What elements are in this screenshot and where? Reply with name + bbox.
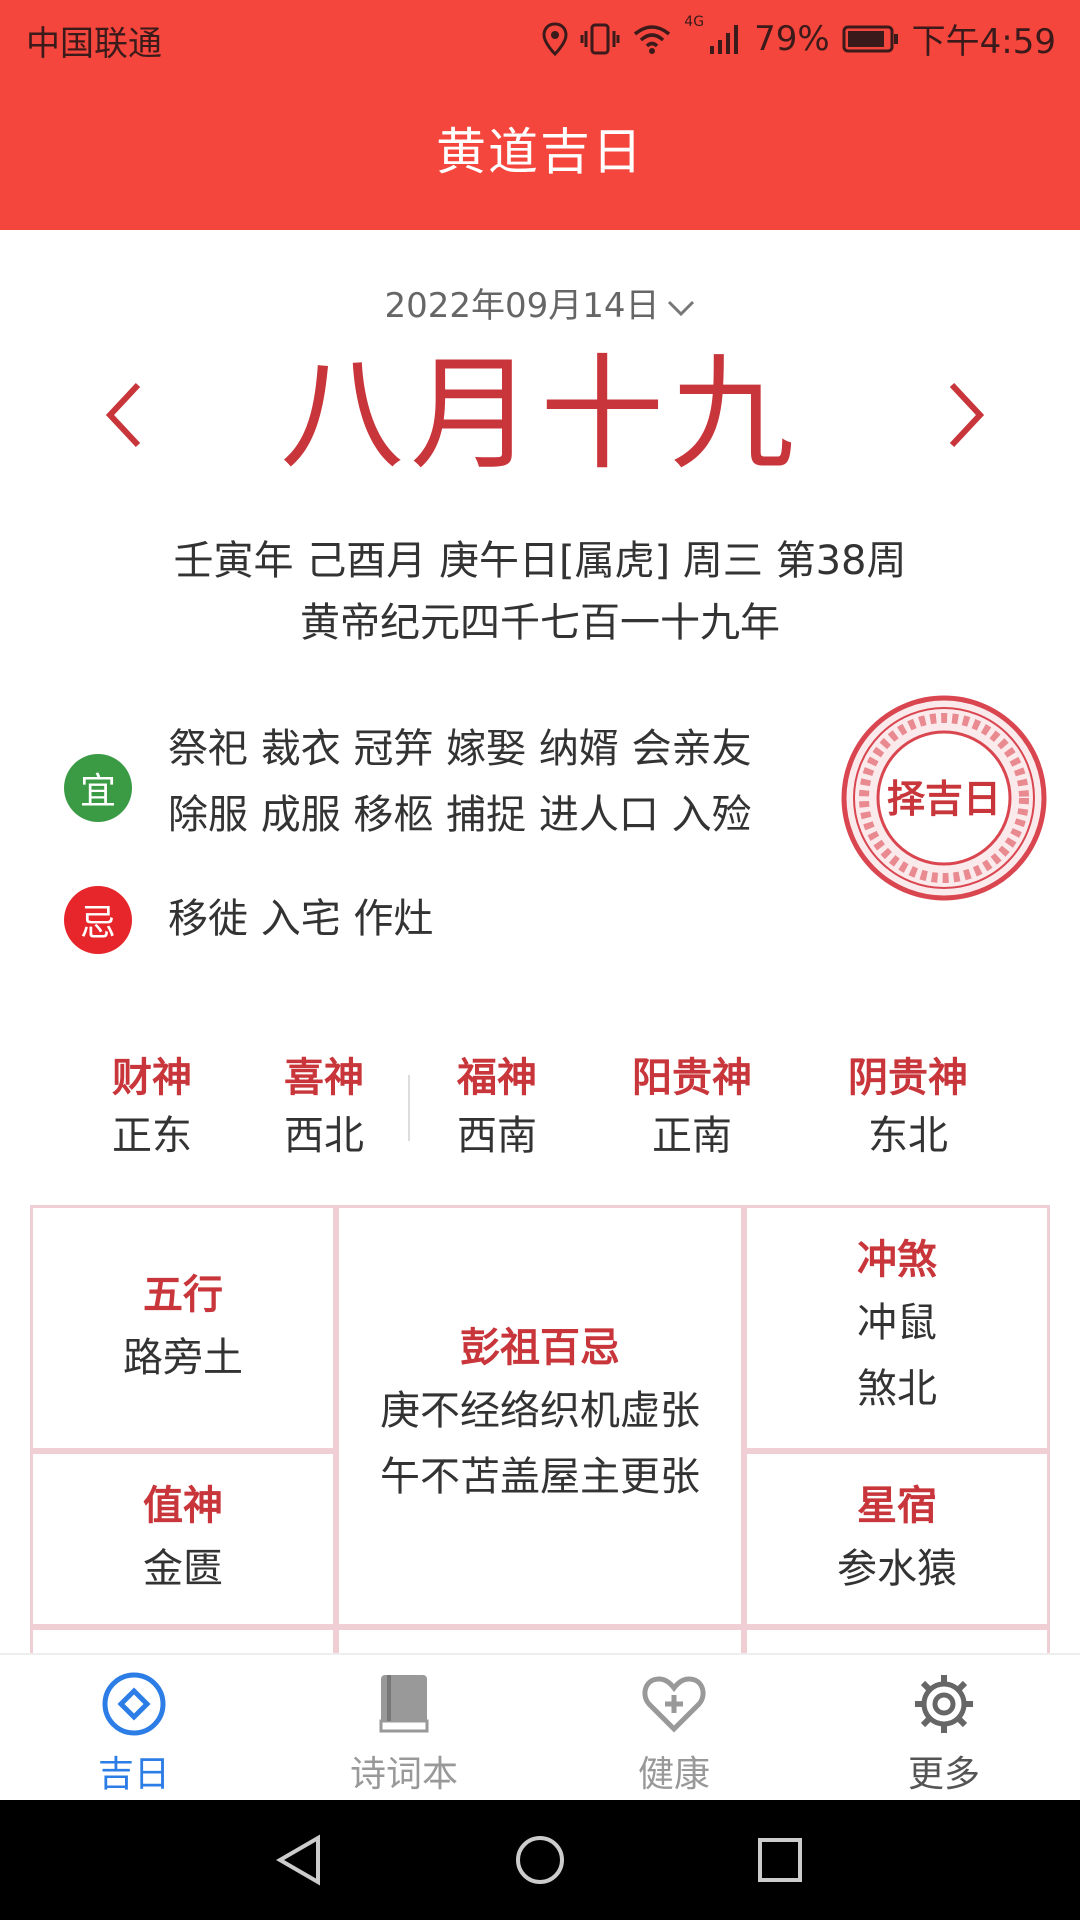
book-icon: [379, 1675, 429, 1733]
tab-label: 健康: [637, 1754, 710, 1795]
app-header: 中国联通 4G 79% 下午4:59 黄道吉日: [0, 0, 1080, 230]
xingxiu-title: 星宿: [857, 1483, 937, 1529]
god-item: 阳贵神 正南: [612, 1050, 772, 1166]
zhishen-title: 值神: [143, 1483, 223, 1529]
signal-icon: [710, 24, 739, 54]
tab-health[interactable]: 健康: [574, 1671, 774, 1797]
god-item: 喜神 西北: [264, 1050, 384, 1166]
lunar-date: 八月十九: [279, 343, 800, 487]
yi-items: 祭祀 裁衣 冠笄 嫁娶 纳婿 会亲友 除服 成服 移柩 捕捉 进人口 入殓: [168, 716, 818, 848]
zhishen-value: 金匮: [143, 1546, 223, 1592]
god-value: 西北: [284, 1113, 364, 1159]
yi-line: 除服 成服 移柩 捕捉 进人口 入殓: [168, 792, 752, 838]
tab-label: 吉日: [97, 1754, 170, 1795]
god-title: 喜神: [284, 1055, 364, 1101]
tab-more[interactable]: 更多: [844, 1671, 1044, 1797]
tab-label: 更多: [907, 1754, 980, 1795]
wifi-icon: [634, 24, 671, 54]
wuxing-title: 五行: [143, 1272, 223, 1318]
god-value: 正南: [652, 1113, 732, 1159]
status-icons: 4G 79% 下午4:59: [542, 14, 1056, 63]
chongsha-line: 冲鼠: [857, 1300, 937, 1346]
chevron-down-icon: [667, 300, 694, 316]
god-value: 西南: [457, 1113, 537, 1159]
date-picker[interactable]: 2022年09月14日: [0, 278, 1080, 327]
pengzu-line: 庚不经络织机虚张: [380, 1388, 700, 1434]
tab-label: 诗词本: [349, 1754, 458, 1795]
choose-lucky-day-seal[interactable]: 择吉日: [838, 692, 1050, 904]
god-title: 阴贵神: [848, 1055, 968, 1101]
back-icon[interactable]: [274, 1834, 326, 1886]
god-title: 财神: [112, 1055, 192, 1101]
god-item: 阴贵神 东北: [828, 1050, 988, 1166]
yi-row: 宜 祭祀 裁衣 冠笄 嫁娶 纳婿 会亲友 除服 成服 移柩 捕捉 进人口 入殓: [64, 726, 818, 848]
god-title: 阳贵神: [632, 1055, 752, 1101]
system-navigation-bar: [0, 1800, 1080, 1920]
god-value: 正东: [112, 1113, 192, 1159]
location-icon: [542, 21, 568, 56]
status-bar: 中国联通 4G 79% 下午4:59: [0, 0, 1080, 75]
ganzhi-info: 壬寅年 己酉月 庚午日[属虎] 周三 第38周 黄帝纪元四千七百一十九年: [0, 530, 1080, 654]
page-title: 黄道吉日: [436, 123, 644, 181]
ji-badge: 忌: [64, 886, 132, 954]
network-type-label: 4G: [684, 14, 705, 30]
chongsha-line: 煞北: [857, 1366, 937, 1412]
zhishen-cell: 值神 金匮: [30, 1451, 336, 1627]
battery-percent: 79%: [754, 18, 830, 59]
gods-row: 财神 正东 喜神 西北 福神 西南 阳贵神 正南 阴贵神 东北: [0, 1050, 1080, 1170]
home-icon[interactable]: [514, 1834, 566, 1886]
battery-icon: [842, 25, 898, 52]
ganzhi-line: 壬寅年 己酉月 庚午日[属虎] 周三 第38周: [173, 538, 907, 584]
gear-icon: [915, 1675, 973, 1733]
clock: 下午4:59: [911, 22, 1056, 62]
wuxing-value: 路旁土: [123, 1335, 243, 1381]
tab-poetry[interactable]: 诗词本: [304, 1671, 504, 1797]
carrier-label: 中国联通: [26, 24, 162, 64]
yi-line: 祭祀 裁衣 冠笄 嫁娶 纳婿 会亲友: [168, 726, 752, 772]
date-picker-label: 2022年09月14日: [384, 286, 660, 326]
recents-icon[interactable]: [756, 1836, 804, 1884]
wuxing-cell: 五行 路旁土: [30, 1205, 336, 1451]
pengzu-cell: 彭祖百忌 庚不经络织机虚张 午不苫盖屋主更张: [336, 1205, 744, 1627]
ji-row: 忌 移徙 入宅 作灶: [64, 886, 818, 954]
xingxiu-value: 参水猿: [837, 1546, 957, 1592]
almanac-grid: 五行 路旁土 彭祖百忌 庚不经络织机虚张 午不苫盖屋主更张 冲煞 冲鼠 煞北 值…: [30, 1205, 1050, 1667]
god-item: 福神 西南: [437, 1050, 557, 1166]
diamond-circle-icon: [102, 1672, 166, 1736]
chongsha-cell: 冲煞 冲鼠 煞北: [744, 1205, 1050, 1451]
next-day-button[interactable]: [930, 375, 1000, 455]
pengzu-title: 彭祖百忌: [460, 1325, 620, 1371]
god-item: 财神 正东: [92, 1050, 212, 1166]
god-value: 东北: [868, 1113, 948, 1159]
chongsha-title: 冲煞: [857, 1237, 937, 1283]
vibrate-icon: [580, 23, 620, 54]
bottom-tab-bar: 吉日 诗词本 健康 更多: [0, 1653, 1080, 1800]
era-line: 黄帝纪元四千七百一十九年: [300, 600, 780, 646]
heart-plus-icon: [642, 1676, 706, 1733]
ji-items: 移徙 入宅 作灶: [168, 896, 434, 942]
pengzu-line: 午不苫盖屋主更张: [380, 1454, 700, 1500]
xingxiu-cell: 星宿 参水猿: [744, 1451, 1050, 1627]
seal-text: 择吉日: [887, 776, 1001, 821]
god-title: 福神: [457, 1055, 537, 1101]
tab-jiri[interactable]: 吉日: [34, 1671, 234, 1797]
yi-badge: 宜: [64, 754, 132, 822]
divider: [408, 1075, 410, 1141]
